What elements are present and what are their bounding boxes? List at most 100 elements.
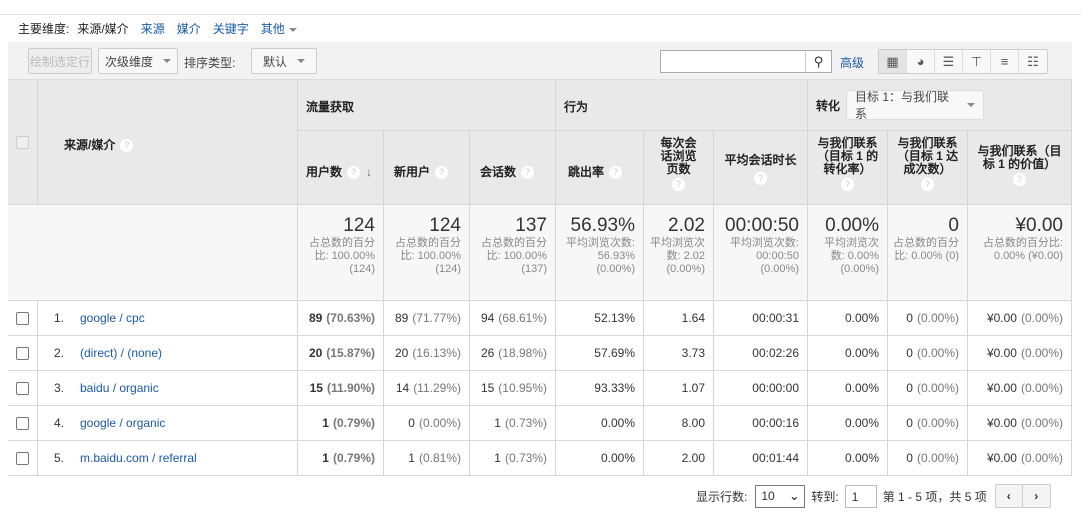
dimension-link[interactable]: google / cpc [80,311,145,325]
dimension-keyword[interactable]: 关键字 [213,20,249,37]
new-users-value: 89 [394,311,409,325]
help-icon[interactable]: ? [921,178,934,191]
cell: ¥0.00 (0.00%) [968,406,1072,441]
cell: 52.13% [556,301,644,336]
dimension-cell: 4. google / organic [38,406,298,441]
percent: (0.00%) [1020,381,1063,395]
rows-per-page-select[interactable]: 10 ⌄ [755,484,806,508]
cell: 0 (0.00%) [384,406,470,441]
goal-value: ¥0.00 [986,346,1017,360]
duration-value: 00:01:44 [752,451,799,465]
help-icon[interactable]: ? [672,178,685,191]
dimension-source-medium[interactable]: 来源/媒介 [77,20,128,37]
total-value: 137 [515,215,547,236]
total-cell: 124 占总数的百分比: 100.00% (124) [384,205,470,301]
header-dimension[interactable]: 来源/媒介? [38,80,298,205]
dimension-link[interactable]: google / organic [80,416,165,430]
comparison-view-icon[interactable]: ⊤ [963,50,991,73]
pie-view-icon[interactable]: ◕ [907,50,935,73]
cell: 0 (0.00%) [888,441,968,476]
performance-view-icon[interactable]: ☰ [935,50,963,73]
row-index: 4. [54,416,65,430]
help-icon[interactable]: ? [609,166,623,180]
dimension-link[interactable]: (direct) / (none) [80,346,162,360]
row-checkbox[interactable] [16,311,29,325]
col-goal-completions[interactable]: 与我们联系（目标 1 达成次数）? [888,131,968,205]
cell: 1.07 [644,371,714,406]
bounce-value: 52.13% [594,311,635,325]
dimension-cell: 2. (direct) / (none) [38,336,298,371]
dimension-link[interactable]: m.baidu.com / referral [80,451,197,465]
prev-page-icon[interactable]: ‹ [996,485,1023,507]
pages-value: 1.64 [681,311,705,325]
plot-rows-button[interactable]: 绘制选定行 [28,48,92,74]
cell: 89 (70.63%) [298,301,384,336]
col-pages-per-session[interactable]: 每次会话浏览页数? [644,131,714,205]
dimension-other[interactable]: 其他 [261,20,297,37]
percent: (0.00%) [916,346,959,360]
secondary-dimension-dropdown[interactable]: 次级维度 [98,48,178,74]
help-icon[interactable]: ? [521,166,535,180]
dimension-link[interactable]: baidu / organic [80,381,159,395]
col-bounce-rate[interactable]: 跳出率? [556,131,644,205]
cell: 00:00:16 [714,406,808,441]
total-value: 00:00:50 [725,215,799,236]
goto-label: 转到: [811,489,839,504]
dimension-medium[interactable]: 媒介 [177,20,201,37]
help-icon[interactable]: ? [347,166,361,180]
percent: (0.73%) [504,451,547,465]
row-checkbox[interactable] [16,381,29,395]
pivot-view-icon[interactable]: ☷ [1019,50,1047,73]
cell: 00:01:44 [714,441,808,476]
col-avg-duration[interactable]: 平均会话时长? [714,131,808,205]
help-icon[interactable]: ? [841,178,854,191]
row-checkbox[interactable] [16,451,29,465]
cell: 0.00% [808,301,888,336]
sessions-value: 26 [480,346,495,360]
table-row: 2. (direct) / (none) 20 (15.87%) 20 (16.13%… [8,336,1072,371]
goal-value: ¥0.00 [986,416,1017,430]
term-cloud-view-icon[interactable]: ≡ [991,50,1019,73]
percent: (0.00%) [1020,451,1063,465]
pagination: 显示行数: 10 ⌄ 转到: 1 第 1 - 5 项，共 5 项 ‹ › [696,484,1051,508]
bounce-value: 93.33% [594,381,635,395]
col-label: 用户数 [306,165,343,179]
col-goal-conv-rate[interactable]: 与我们联系（目标 1 的转化率）? [808,131,888,205]
help-icon[interactable]: ? [1013,173,1026,186]
cell: 15 (10.95%) [470,371,556,406]
completions-value: 0 [906,381,913,395]
select-all-checkbox[interactable] [16,135,29,149]
next-page-icon[interactable]: › [1023,485,1050,507]
dimension-source[interactable]: 来源 [141,20,165,37]
table-view-icon[interactable]: ▦ [879,50,907,73]
cell: 0.00% [808,336,888,371]
percent: (11.90%) [326,381,375,395]
col-goal-value[interactable]: 与我们联系（目标 1 的价值）? [968,131,1072,205]
group-behavior: 行为 [556,80,808,131]
col-sessions[interactable]: 会话数? [470,131,556,205]
percent: (71.77%) [412,311,461,325]
help-icon[interactable]: ? [120,139,134,153]
goal-dropdown[interactable]: 目标 1：与我们联系 [846,90,985,121]
sessions-value: 1 [494,451,501,465]
total-sub: 平均浏览次数: 00:00:50 (0.00%) [729,237,799,275]
advanced-link[interactable]: 高级 [840,54,864,71]
sort-type-value: 默认 [262,54,287,69]
col-users[interactable]: 用户数? ↓ [298,131,384,205]
col-new-users[interactable]: 新用户? [384,131,470,205]
percent: (0.73%) [504,416,547,430]
pages-value: 3.73 [681,346,705,360]
search-input[interactable]: ⚲ [660,50,832,73]
help-icon[interactable]: ? [435,166,449,180]
users-value: 1 [322,416,329,430]
search-icon[interactable]: ⚲ [805,51,831,72]
row-checkbox[interactable] [16,346,29,360]
total-cell: 2.02 平均浏览次数: 2.02 (0.00%) [644,205,714,301]
total-sub: 平均浏览次数: 56.93% (0.00%) [565,237,635,275]
row-checkbox[interactable] [16,416,29,430]
help-icon[interactable]: ? [754,172,767,185]
goto-input[interactable]: 1 [844,484,877,508]
sort-type-dropdown[interactable]: 默认 [251,48,317,74]
pages-value: 8.00 [681,416,705,430]
page-range: 第 1 - 5 项，共 5 项 [882,489,987,504]
